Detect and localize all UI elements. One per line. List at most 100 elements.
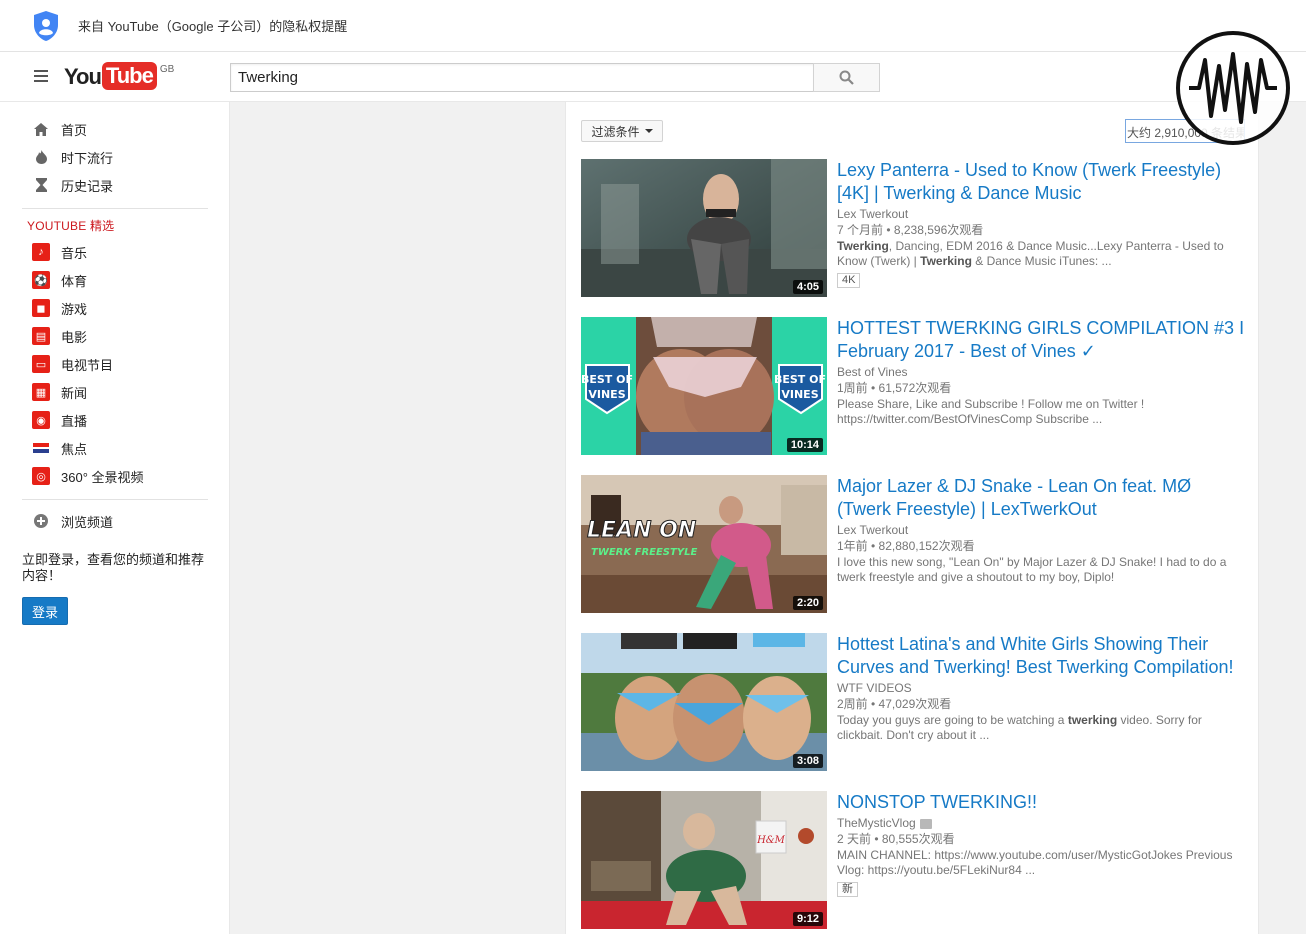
video-title[interactable]: HOTTEST TWERKING GIRLS COMPILATION #3 I … [837,317,1247,363]
sidebar-item-movies[interactable]: ▤ 电影 [0,322,230,350]
logo-tube: Tube [101,62,157,90]
privacy-text: 来自 YouTube（Google 子公司）的隐私权提醒 [78,19,348,34]
sidebar-divider [22,208,208,209]
hourglass-icon [32,176,50,194]
video-channel[interactable]: Lex Twerkout [837,523,1247,538]
sidebar-item-label: 时下流行 [61,150,114,166]
sidebar-item-news[interactable]: ▦ 新闻 [0,378,230,406]
sports-icon: ⚽ [32,271,50,289]
sidebar-item-label: 首页 [61,122,88,138]
thumbnail-image: BEST OF VINES BEST OF VINES [581,317,827,455]
sidebar-item-home[interactable]: 首页 [0,115,230,143]
video-channel[interactable]: WTF VIDEOS [837,681,1247,696]
sidebar-item-label: 360° 全景视频 [61,469,144,485]
sidebar-item-label: 电影 [61,329,88,345]
video-title[interactable]: Hottest Latina's and White Girls Showing… [837,633,1247,679]
sidebar-item-live[interactable]: ◉ 直播 [0,406,230,434]
video-duration: 9:12 [792,912,823,926]
new-badge: 新 [837,882,858,897]
sidebar-item-tv[interactable]: ▭ 电视节目 [0,350,230,378]
menu-icon[interactable] [34,70,48,82]
sidebar-item-music[interactable]: ♪ 音乐 [0,238,230,266]
video-result: BEST OF VINES BEST OF VINES 10:14 HOTTES… [581,317,1246,457]
gaming-icon: ◼ [32,299,50,317]
thumbnail-image: LEAN ON TWERK FREESTYLE [581,475,827,613]
sidebar-item-gaming[interactable]: ◼ 游戏 [0,294,230,322]
video-channel[interactable]: Lex Twerkout [837,207,1247,222]
video-info: Lexy Panterra - Used to Know (Twerk Free… [837,159,1247,288]
video-info: HOTTEST TWERKING GIRLS COMPILATION #3 I … [837,317,1247,427]
video-meta: 7 个月前 • 8,238,596次观看 [837,223,984,237]
home-icon [32,120,50,138]
svg-text:VINES: VINES [588,388,625,401]
section-title: YOUTUBE 精选 [27,219,115,233]
spotlight-icon [32,439,50,457]
video-info: Hottest Latina's and White Girls Showing… [837,633,1247,743]
search-input[interactable]: Twerking [230,63,814,92]
sidebar-item-label: 游戏 [61,301,88,317]
video-duration: 4:05 [792,280,823,294]
video-description: MAIN CHANNEL: https://www.youtube.com/us… [837,848,1233,877]
video-title[interactable]: NONSTOP TWERKING!! [837,791,1247,814]
thumb-badge-text: BEST OF [581,373,633,386]
youtube-logo[interactable]: You Tube GB [64,62,174,92]
video-thumbnail[interactable]: 3:08 [581,633,827,771]
video-duration: 2:20 [792,596,823,610]
thumbnail-image [581,159,827,297]
video-result: 4:05 Lexy Panterra - Used to Know (Twerk… [581,159,1246,299]
video-meta: 1年前 • 82,880,152次观看 [837,539,975,553]
privacy-banner[interactable]: 来自 YouTube（Google 子公司）的隐私权提醒 [0,0,1306,52]
video-description: Today you guys are going to be watching … [837,713,1247,743]
logo-you: You [64,64,102,89]
video-channel: TheMysticVlog [837,816,1247,831]
filter-label: 过滤条件 [591,124,640,139]
desc-text: & Dance Music iTunes: ... [971,254,1112,268]
login-prompt: 立即登录，查看您的频道和推荐内容！ [22,552,205,583]
video-meta: 2周前 • 47,029次观看 [837,697,952,711]
video-channel[interactable]: Best of Vines [837,365,1247,380]
music-icon: ♪ [32,243,50,261]
video-duration: 3:08 [792,754,823,768]
svg-text:BEST OF: BEST OF [774,373,826,386]
verified-icon [919,818,932,829]
tv-icon: ▭ [32,355,50,373]
video-info: Major Lazer & DJ Snake - Lean On feat. M… [837,475,1247,585]
video-thumbnail[interactable]: BEST OF VINES BEST OF VINES 10:14 [581,317,827,455]
sidebar-item-history[interactable]: 历史记录 [0,171,230,199]
sidebar-item-spotlight[interactable]: 焦点 [0,434,230,462]
sign-in-button[interactable]: 登录 [22,597,68,625]
film-icon: ▤ [32,327,50,345]
video-result: H&M 9:12 NONSTOP TWERKING!! TheMysticVlo… [581,791,1246,931]
thumbnail-image: H&M [581,791,827,929]
video-thumbnail[interactable]: H&M 9:12 [581,791,827,929]
desc-text: Today you guys are going to be watching … [837,713,1068,727]
filter-button[interactable]: 过滤条件 [581,120,663,142]
add-circle-icon [32,512,50,530]
video-meta: 1周前 • 61,572次观看 [837,381,952,395]
video-title[interactable]: Lexy Panterra - Used to Know (Twerk Free… [837,159,1247,205]
360-icon: ◎ [32,467,50,485]
video-description: I love this new song, "Lean On" by Major… [837,555,1227,584]
sidebar-item-sports[interactable]: ⚽ 体育 [0,266,230,294]
sidebar-item-label: 电视节目 [61,357,114,373]
sidebar-item-trending[interactable]: 时下流行 [0,143,230,171]
sidebar-item-360[interactable]: ◎ 360° 全景视频 [0,462,230,490]
svg-text:VINES: VINES [781,388,818,401]
quality-badge: 4K [837,273,861,288]
search-icon [839,70,854,85]
video-thumbnail[interactable]: LEAN ON TWERK FREESTYLE 2:20 [581,475,827,613]
channel-name[interactable]: TheMysticVlog [837,816,916,830]
search-button[interactable] [813,63,880,92]
sidebar: 首页 时下流行 历史记录 YOUTUBE 精选 ♪ 音乐 ⚽ 体育 ◼ 游戏 ▤… [0,102,230,934]
video-title[interactable]: Major Lazer & DJ Snake - Lean On feat. M… [837,475,1247,521]
sidebar-divider [22,499,208,500]
sidebar-item-label: 浏览频道 [61,514,114,530]
desc-highlight: Twerking [920,254,972,268]
masthead: You Tube GB Twerking [0,52,1306,102]
video-thumbnail[interactable]: 4:05 [581,159,827,297]
region-code: GB [159,64,175,75]
desc-highlight: Twerking [837,239,889,253]
flame-icon [32,148,50,166]
sidebar-item-browse-channels[interactable]: 浏览频道 [0,507,230,535]
video-meta: 2 天前 • 80,555次观看 [837,832,955,846]
